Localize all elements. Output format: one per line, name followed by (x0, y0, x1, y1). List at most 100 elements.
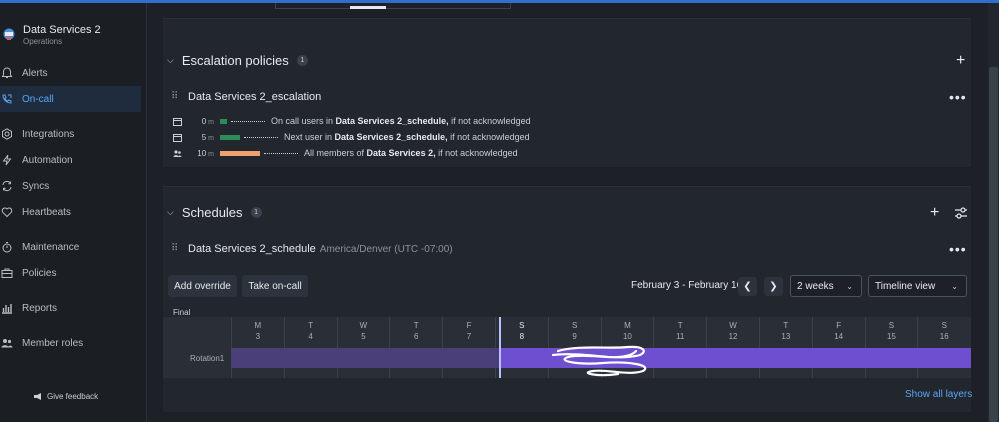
escalation-rule-2: 10 m All members of Data Services 2, if n… (173, 147, 518, 159)
escalation-section-header[interactable]: ⌵ Escalation policies 1 (167, 53, 308, 68)
sidebar-item-label: Member roles (22, 337, 84, 349)
team-logo-icon (3, 28, 15, 40)
sidebar-item-label: On-call (22, 93, 54, 105)
show-all-layers-link[interactable]: Show all layers (905, 389, 972, 400)
view-select[interactable]: Timeline view ⌄ (868, 275, 967, 297)
rule-unit: m (208, 118, 214, 126)
rule-target: Data Services 2, (366, 148, 436, 158)
day-letter: M (624, 321, 631, 330)
sidebar-item-reports[interactable]: Reports (0, 295, 141, 321)
day-number: 7 (466, 332, 472, 341)
sidebar-item-integrations[interactable]: Integrations (0, 121, 141, 147)
give-feedback-label: Give feedback (47, 392, 99, 401)
add-escalation-policy-button[interactable]: + (956, 53, 965, 69)
briefcase-icon (1, 268, 13, 278)
take-oncall-button[interactable]: Take on-call (242, 275, 308, 297)
rule-target: Data Services 2_schedule, (335, 116, 449, 126)
day-letter: W (729, 321, 737, 330)
sidebar-item-label: Alerts (22, 67, 48, 79)
current-time-marker (499, 317, 501, 378)
schedule-more-options-button[interactable]: ••• (949, 241, 967, 257)
integrations-icon (2, 128, 12, 140)
team-name: Data Services 2 (23, 24, 101, 36)
add-override-button[interactable]: Add override (168, 275, 237, 297)
day-number: 11 (676, 332, 685, 341)
rotation-label: Rotation1 (190, 354, 225, 363)
escalation-more-options-button[interactable]: ••• (949, 89, 967, 105)
day-number: 14 (834, 332, 844, 341)
heart-icon (1, 207, 13, 218)
rule-delay: 0 (201, 116, 207, 126)
schedules-section-header[interactable]: ⌵ Schedules 1 (167, 205, 262, 220)
lightning-icon (2, 154, 12, 166)
rotation-bar-past[interactable] (231, 348, 500, 368)
rule-text-post: if not acknowledged (448, 116, 531, 126)
chevron-down-icon[interactable]: ⌵ (167, 55, 174, 66)
sidebar-item-heartbeats[interactable]: Heartbeats (0, 199, 141, 225)
sidebar-item-member-roles[interactable]: Member roles (0, 330, 141, 356)
escalation-rule-1: 5m Next user in Data Services 2_schedule… (173, 131, 530, 143)
day-letter: M (254, 321, 262, 330)
drag-handle-icon[interactable]: ⠿ (171, 243, 178, 254)
rule-text-post: if not acknowledged (435, 148, 518, 158)
settings-sliders-icon[interactable] (954, 207, 968, 219)
day-number: 9 (572, 332, 577, 341)
scrollbar-thumb[interactable] (989, 67, 998, 422)
day-number: 13 (781, 332, 791, 341)
day-letter: S (941, 321, 947, 330)
give-feedback-link[interactable]: Give feedback (33, 392, 98, 401)
day-letter: S (888, 321, 895, 330)
sidebar-item-automation[interactable]: Automation (0, 147, 141, 173)
add-schedule-button[interactable]: + (930, 205, 939, 221)
escalation-policy-name: Data Services 2_escalation (188, 91, 322, 103)
sidebar-item-maintenance[interactable]: Maintenance (0, 234, 141, 260)
previous-period-button[interactable]: ❮ (738, 277, 757, 296)
day-number: 15 (886, 332, 896, 341)
sidebar-item-policies[interactable]: Policies (0, 260, 141, 286)
sidebar-item-label: Syncs (22, 180, 50, 192)
schedule-timezone: America/Denver (UTC -07:00) (319, 244, 453, 255)
final-layer-label: Final (173, 308, 191, 317)
day-letter: F (836, 321, 842, 330)
schedules-section-title: Schedules (181, 205, 243, 220)
day-letter: F (466, 321, 472, 330)
escalation-section-title: Escalation policies (181, 53, 289, 68)
sidebar-item-syncs[interactable]: Syncs (0, 173, 141, 199)
rule-target: Data Services 2_schedule, (334, 132, 448, 142)
sidebar-item-label: Integrations (22, 128, 75, 140)
escalation-count-badge: 1 (296, 55, 308, 66)
sidebar-item-on-call[interactable]: On-call (0, 86, 141, 112)
escalation-policies-panel: ⌵ Escalation policies 1 + ⠿ Data Service… (163, 18, 971, 167)
top-field-remnant[interactable] (275, 3, 511, 9)
team-switcher[interactable]: Data Services 2 Operations (0, 21, 147, 51)
calendar-icon (173, 117, 182, 126)
scrollbar[interactable] (988, 3, 999, 422)
rule-duration-bar (220, 118, 227, 124)
schedule-name: Data Services 2_schedule (188, 243, 316, 255)
schedule-timeline: Rotation1 M 3 T 4 W 5 T 6 F 7 S 8 S 9 M 10 T 11 W 12 T 13 F 14 S… (163, 317, 971, 378)
chevron-down-icon[interactable]: ⌵ (167, 207, 174, 218)
rule-delay: 10 (197, 148, 207, 158)
schedules-count-badge: 1 (250, 207, 262, 218)
drag-handle-icon[interactable]: ⠿ (171, 91, 178, 102)
main-content: ⌵ Escalation policies 1 + ⠿ Data Service… (148, 3, 988, 422)
chevron-down-icon: ⌄ (951, 281, 958, 291)
schedule-name-row: Data Services 2_schedule America/Denver (… (188, 243, 453, 255)
date-range-label: February 3 - February 16 (631, 280, 743, 291)
rule-delay: 5 (201, 132, 207, 142)
next-period-button[interactable]: ❯ (764, 277, 783, 296)
day-number: 16 (939, 332, 949, 341)
sidebar-item-alerts[interactable]: Alerts (0, 60, 141, 86)
rule-unit: m (208, 150, 214, 158)
period-select[interactable]: 2 weeks ⌄ (790, 275, 862, 297)
day-letter: S (571, 321, 578, 330)
sidebar-item-label: Maintenance (22, 241, 80, 253)
rule-text-pre: On call users in (271, 116, 336, 126)
rule-duration-bar (220, 134, 240, 140)
day-number: 8 (519, 332, 525, 341)
rule-text-pre: All members of (304, 148, 367, 158)
day-number: 6 (414, 332, 419, 341)
day-number: 10 (622, 332, 632, 341)
day-letter: T (308, 321, 314, 330)
schedules-panel: ⌵ Schedules 1 + ⠿ Data Services 2_schedu… (163, 186, 971, 412)
